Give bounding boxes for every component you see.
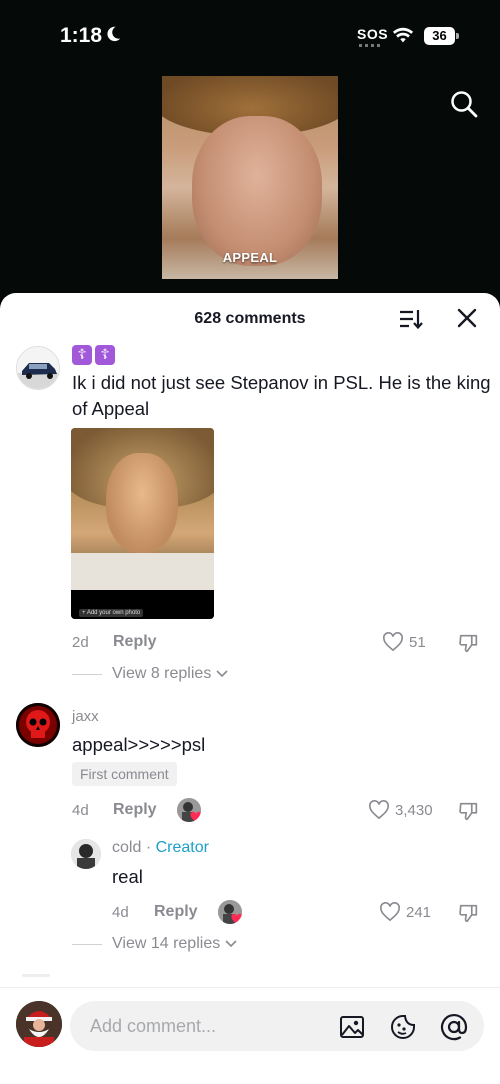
signal-dots bbox=[359, 44, 383, 47]
like-button[interactable]: 3,430 bbox=[368, 800, 433, 820]
replies-divider-line bbox=[72, 943, 102, 945]
video-face-shape bbox=[192, 116, 322, 266]
close-icon[interactable] bbox=[457, 308, 477, 328]
car-avatar-image bbox=[17, 347, 59, 389]
video-caption: APPEAL bbox=[222, 250, 278, 265]
next-comment-hint bbox=[22, 974, 50, 977]
like-count: 51 bbox=[409, 633, 426, 651]
sort-icon[interactable] bbox=[398, 308, 424, 330]
search-icon[interactable] bbox=[449, 89, 479, 119]
status-time: 1:18 bbox=[60, 24, 103, 47]
heart-filled-icon bbox=[190, 811, 201, 822]
moon-icon bbox=[107, 26, 121, 42]
photo-face-shape bbox=[106, 453, 178, 553]
view-replies-label: View 8 replies bbox=[112, 665, 212, 682]
chevron-down-icon bbox=[225, 940, 237, 948]
liked-by-creator-avatar bbox=[218, 900, 242, 924]
comment-photo[interactable]: + Add your own photo bbox=[71, 428, 214, 619]
comments-count-title: 628 comments bbox=[194, 310, 306, 327]
dislike-icon[interactable] bbox=[458, 632, 480, 654]
wifi-icon bbox=[392, 27, 414, 43]
view-replies-label: View 14 replies bbox=[112, 935, 221, 952]
like-button[interactable]: 51 bbox=[382, 632, 426, 652]
my-avatar[interactable] bbox=[16, 1001, 62, 1047]
comment-text: appeal>>>>>psl bbox=[72, 734, 206, 755]
emoji-icon[interactable] bbox=[389, 1013, 417, 1041]
view-replies-button[interactable]: View 8 replies bbox=[72, 665, 229, 683]
santa-avatar-image bbox=[16, 1001, 62, 1047]
photo-shirt-shape bbox=[71, 553, 214, 590]
avatar[interactable] bbox=[16, 346, 60, 390]
reply-button[interactable]: Reply bbox=[113, 633, 157, 651]
separator-dot: · bbox=[145, 839, 152, 856]
add-own-photo-label[interactable]: + Add your own photo bbox=[79, 609, 144, 617]
sos-label: SOS bbox=[357, 26, 389, 42]
comment-composer bbox=[0, 987, 500, 1084]
dislike-icon[interactable] bbox=[458, 800, 480, 822]
chevron-down-icon bbox=[216, 670, 228, 678]
user-badges: ☦ ☦ bbox=[72, 345, 115, 365]
heart-outline-icon bbox=[380, 902, 400, 922]
orthodox-cross-badge: ☦ bbox=[72, 345, 92, 365]
liked-by-creator-avatar bbox=[177, 798, 201, 822]
comment-time: 2d bbox=[72, 634, 89, 651]
creator-label: Creator bbox=[155, 839, 209, 856]
comment-input[interactable] bbox=[90, 1001, 330, 1051]
video-preview[interactable]: APPEAL bbox=[162, 76, 338, 279]
reply-button[interactable]: Reply bbox=[113, 801, 157, 819]
heart-outline-icon bbox=[369, 800, 389, 820]
heart-outline-icon bbox=[383, 632, 403, 652]
comment-text: Ik i did not just see Stepanov in PSL. H… bbox=[72, 372, 491, 419]
mention-icon[interactable] bbox=[440, 1013, 468, 1041]
skull-avatar-image bbox=[16, 703, 60, 747]
comment-username[interactable]: jaxx bbox=[72, 708, 99, 725]
comments-sheet: 628 comments ☦ ☦ Ik i did not just see S… bbox=[0, 293, 500, 1084]
battery-indicator: 36 bbox=[424, 27, 455, 45]
comment-time: 4d bbox=[72, 802, 89, 819]
reply-avatar-image bbox=[71, 839, 101, 869]
image-icon[interactable] bbox=[338, 1013, 366, 1041]
reply-username-line: cold · Creator bbox=[112, 839, 209, 857]
avatar[interactable] bbox=[16, 703, 60, 747]
status-bar: 1:18 SOS 36 bbox=[0, 0, 500, 70]
orthodox-cross-badge: ☦ bbox=[95, 345, 115, 365]
view-replies-button[interactable]: View 14 replies bbox=[72, 935, 238, 953]
reply-time: 4d bbox=[112, 904, 129, 921]
avatar[interactable] bbox=[71, 839, 101, 869]
first-comment-badge: First comment bbox=[72, 762, 177, 786]
reply-username[interactable]: cold bbox=[112, 839, 141, 856]
like-count: 241 bbox=[406, 903, 432, 921]
replies-divider-line bbox=[72, 673, 102, 675]
reply-text: real bbox=[112, 866, 143, 887]
reply-button[interactable]: Reply bbox=[154, 903, 198, 921]
heart-filled-icon bbox=[231, 913, 242, 924]
battery-tip bbox=[456, 33, 459, 39]
comment-input-pill bbox=[70, 1001, 484, 1051]
like-count: 3,430 bbox=[395, 801, 433, 819]
dislike-icon[interactable] bbox=[458, 902, 480, 924]
like-button[interactable]: 241 bbox=[379, 902, 431, 922]
